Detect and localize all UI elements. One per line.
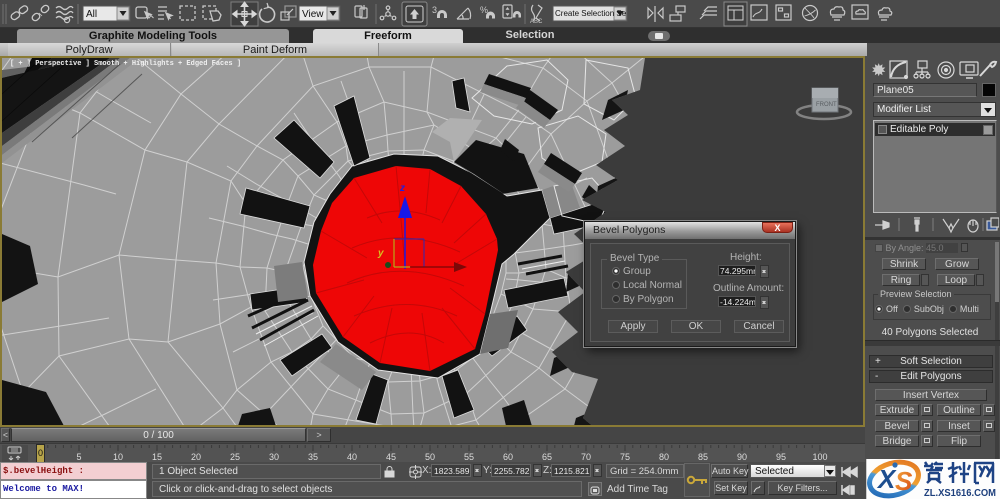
svg-text:70: 70	[581, 452, 591, 462]
svg-text:100: 100	[812, 452, 827, 462]
svg-text:80: 80	[659, 452, 669, 462]
svg-text:20: 20	[191, 452, 201, 462]
svg-text:75: 75	[620, 452, 630, 462]
svg-text:50: 50	[425, 452, 435, 462]
svg-text:All: All	[86, 9, 97, 20]
svg-text:View: View	[302, 9, 324, 20]
svg-text:z: z	[399, 183, 405, 194]
svg-text:15: 15	[152, 452, 162, 462]
svg-text:FRONT: FRONT	[816, 102, 837, 108]
svg-text:85: 85	[698, 452, 708, 462]
svg-text:10: 10	[113, 452, 123, 462]
svg-text:35: 35	[308, 452, 318, 462]
svg-text:5: 5	[76, 452, 81, 462]
svg-text:ABC: ABC	[530, 19, 543, 25]
svg-text:y: y	[377, 248, 384, 259]
svg-text:60: 60	[503, 452, 513, 462]
svg-text:55: 55	[464, 452, 474, 462]
svg-text:ZL.XS1616.COM: ZL.XS1616.COM	[924, 488, 996, 499]
svg-text:25: 25	[230, 452, 240, 462]
svg-text:65: 65	[542, 452, 552, 462]
svg-text:S: S	[895, 466, 913, 496]
svg-text:3: 3	[432, 5, 437, 15]
svg-text:95: 95	[776, 452, 786, 462]
svg-text:40: 40	[347, 452, 357, 462]
svg-text:X: X	[876, 464, 897, 494]
svg-text:30: 30	[269, 452, 279, 462]
svg-text:45: 45	[386, 452, 396, 462]
svg-text:Create Selection Se: Create Selection Se	[555, 9, 627, 18]
svg-text:90: 90	[737, 452, 747, 462]
